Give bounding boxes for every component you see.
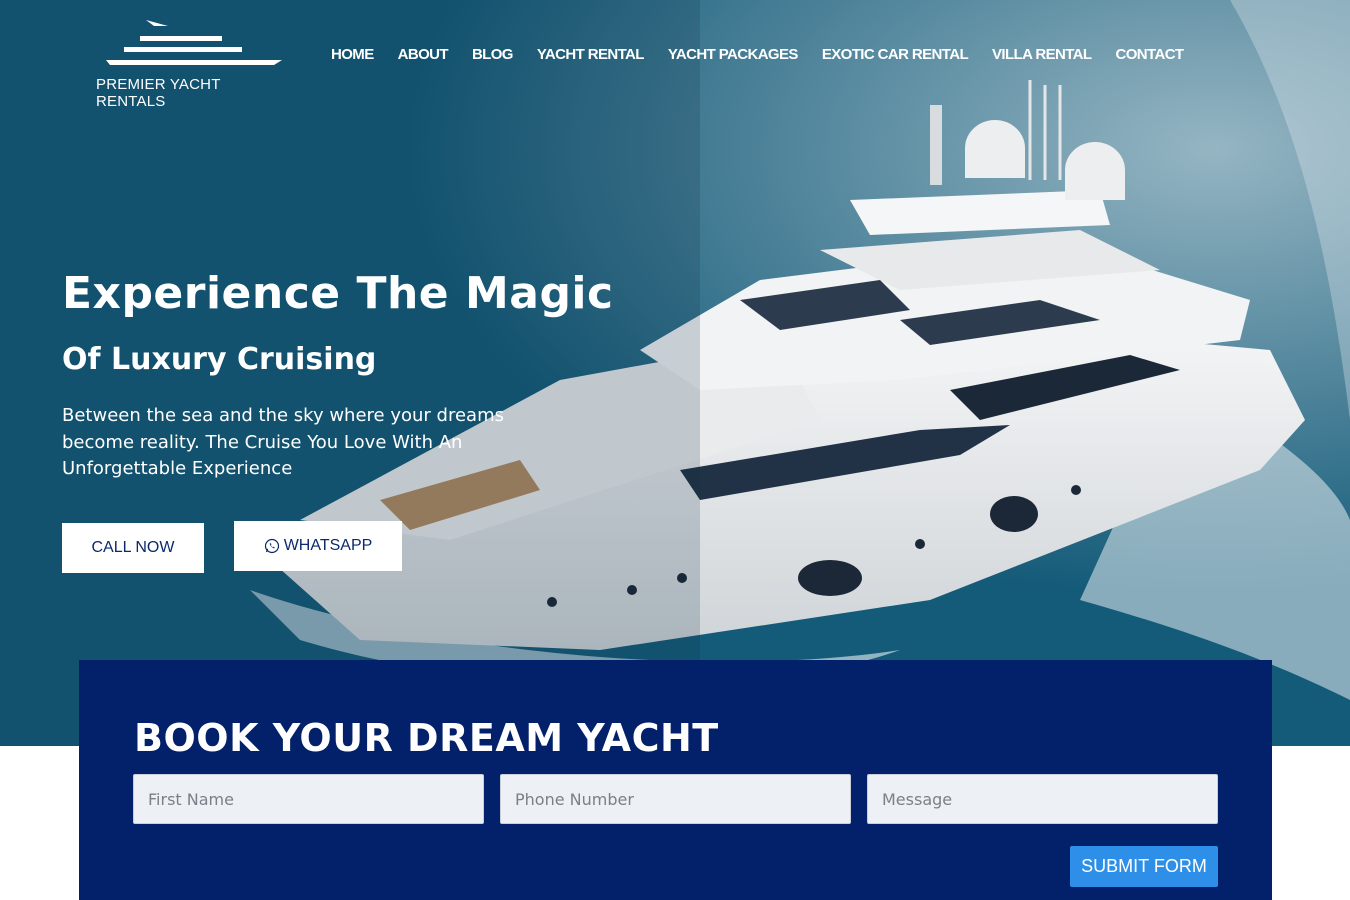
hero-description: Between the sea and the sky where your d… xyxy=(62,405,504,479)
nav-about[interactable]: ABOUT xyxy=(398,46,449,63)
nav-yacht-packages[interactable]: YACHT PACKAGES xyxy=(668,46,799,63)
brand-logo[interactable]: PREMIER YACHT RENTALS xyxy=(96,18,286,110)
nav-blog[interactable]: BLOG xyxy=(472,46,514,63)
nav-exotic-car-rental[interactable]: EXOTIC CAR RENTAL xyxy=(822,46,969,63)
nav-yacht-rental[interactable]: YACHT RENTAL xyxy=(537,46,645,63)
main-navigation: HOME ABOUT BLOG YACHT RENTAL YACHT PACKA… xyxy=(331,46,1208,63)
hero-section: PREMIER YACHT RENTALS HOME ABOUT BLOG YA… xyxy=(0,0,1350,746)
call-now-button[interactable]: CALL NOW xyxy=(62,523,204,573)
nav-contact[interactable]: CONTACT xyxy=(1115,46,1184,63)
booking-form: BOOK YOUR DREAM YACHT SUBMIT FORM xyxy=(79,660,1272,900)
call-now-label: CALL NOW xyxy=(91,539,175,556)
nav-villa-rental[interactable]: VILLA RENTAL xyxy=(992,46,1092,63)
yacht-logo-icon xyxy=(106,20,282,65)
phone-number-field[interactable] xyxy=(500,774,851,824)
submit-form-button[interactable]: SUBMIT FORM xyxy=(1070,846,1218,887)
whatsapp-icon xyxy=(264,538,279,554)
first-name-field[interactable] xyxy=(133,774,484,824)
hero-subtitle: Of Luxury Cruising xyxy=(62,342,377,377)
whatsapp-button[interactable]: WHATSAPP xyxy=(234,521,402,571)
whatsapp-label: WHATSAPP xyxy=(283,537,373,554)
brand-name: PREMIER YACHT RENTALS xyxy=(96,76,221,110)
nav-home[interactable]: HOME xyxy=(331,46,374,63)
hero-title: Experience The Magic xyxy=(62,268,614,319)
booking-title: BOOK YOUR DREAM YACHT xyxy=(134,716,719,760)
message-field[interactable] xyxy=(867,774,1218,824)
